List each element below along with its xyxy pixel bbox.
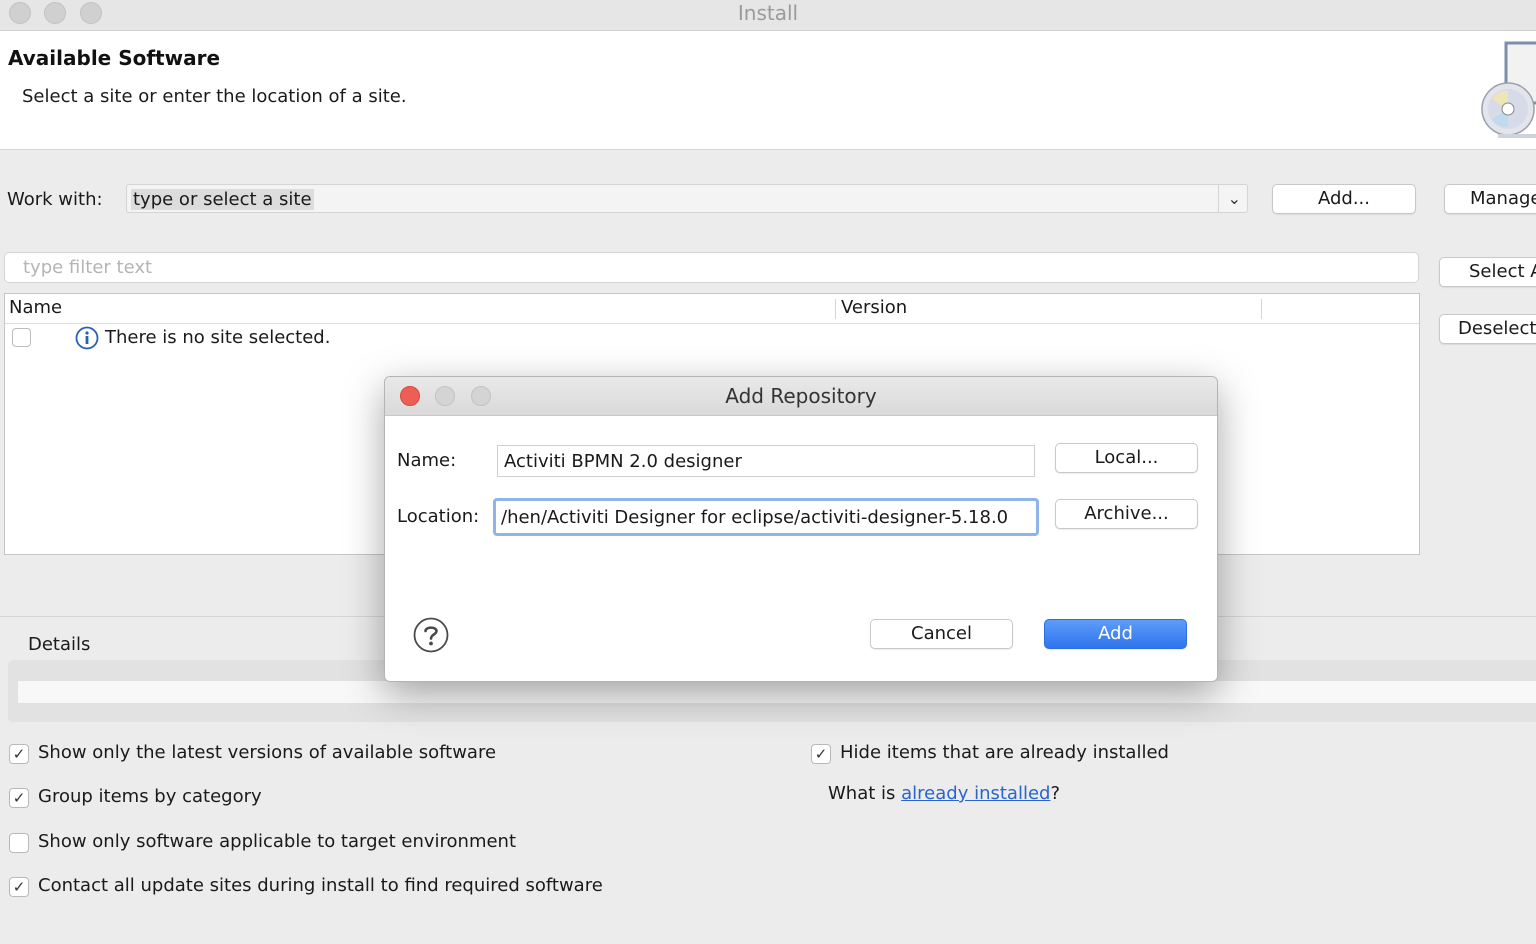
work-with-label: Work with: <box>7 189 103 210</box>
select-all-button[interactable]: Select A <box>1439 257 1536 287</box>
add-repository-dialog: Add Repository Name: Local... Location: … <box>384 376 1218 682</box>
filter-field[interactable] <box>4 252 1419 283</box>
filter-input[interactable] <box>21 256 1405 279</box>
what-is-prefix: What is <box>828 783 902 804</box>
repo-name-input[interactable] <box>497 445 1035 477</box>
install-cd-icon <box>1481 41 1536 138</box>
hide-installed-checkbox[interactable]: ✓ <box>811 744 831 764</box>
details-text-area <box>18 681 1536 703</box>
info-icon <box>75 326 99 350</box>
what-is-suffix: ? <box>1050 783 1061 804</box>
hide-installed-label: Hide items that are already installed <box>840 742 1169 763</box>
page-title: Available Software <box>8 46 221 70</box>
already-installed-link[interactable]: already installed <box>901 783 1050 804</box>
work-with-value[interactable]: type or select a site <box>131 189 314 210</box>
work-with-combobox[interactable]: type or select a site ⌄ <box>126 184 1248 213</box>
details-label: Details <box>28 634 91 655</box>
repo-location-label: Location: <box>397 506 480 527</box>
target-environment-checkbox[interactable] <box>9 833 29 853</box>
column-divider[interactable] <box>1261 299 1262 319</box>
target-environment-label: Show only software applicable to target … <box>38 831 517 852</box>
manage-sites-button[interactable]: Manage <box>1444 184 1536 214</box>
column-divider[interactable] <box>835 299 836 319</box>
dialog-title: Add Repository <box>725 384 877 408</box>
local-button[interactable]: Local... <box>1055 443 1198 473</box>
wizard-header: Available Software Select a site or ente… <box>0 31 1536 150</box>
latest-versions-checkbox[interactable]: ✓ <box>9 744 29 764</box>
repo-name-label: Name: <box>397 450 457 471</box>
add-repository-button[interactable]: Add <box>1044 619 1187 649</box>
row-checkbox[interactable] <box>12 328 31 347</box>
dialog-titlebar: Add Repository <box>385 377 1217 416</box>
dialog-body: Name: Local... Location: Archive... Canc… <box>385 416 1217 681</box>
deselect-all-button[interactable]: Deselect <box>1439 314 1536 344</box>
table-header: Name Version <box>5 294 1419 324</box>
column-header-name[interactable]: Name <box>9 297 62 318</box>
column-header-version[interactable]: Version <box>841 297 907 318</box>
group-by-category-checkbox[interactable]: ✓ <box>9 788 29 808</box>
help-icon[interactable] <box>413 617 449 653</box>
repo-location-input[interactable] <box>493 498 1039 536</box>
contact-sites-label: Contact all update sites during install … <box>38 875 603 896</box>
cancel-button[interactable]: Cancel <box>870 619 1013 649</box>
what-is-installed-text: What is already installed? <box>828 783 1060 804</box>
group-by-category-label: Group items by category <box>38 786 262 807</box>
window-title: Install <box>737 1 799 25</box>
window-titlebar: Install <box>0 0 1536 31</box>
empty-table-message: There is no site selected. <box>105 327 331 348</box>
page-subtitle: Select a site or enter the location of a… <box>22 86 407 107</box>
contact-sites-checkbox[interactable]: ✓ <box>9 877 29 897</box>
latest-versions-label: Show only the latest versions of availab… <box>38 742 497 763</box>
archive-button[interactable]: Archive... <box>1055 499 1198 529</box>
add-site-button[interactable]: Add... <box>1272 184 1416 214</box>
combo-separator <box>1218 185 1219 212</box>
chevron-down-icon[interactable]: ⌄ <box>1228 189 1241 208</box>
